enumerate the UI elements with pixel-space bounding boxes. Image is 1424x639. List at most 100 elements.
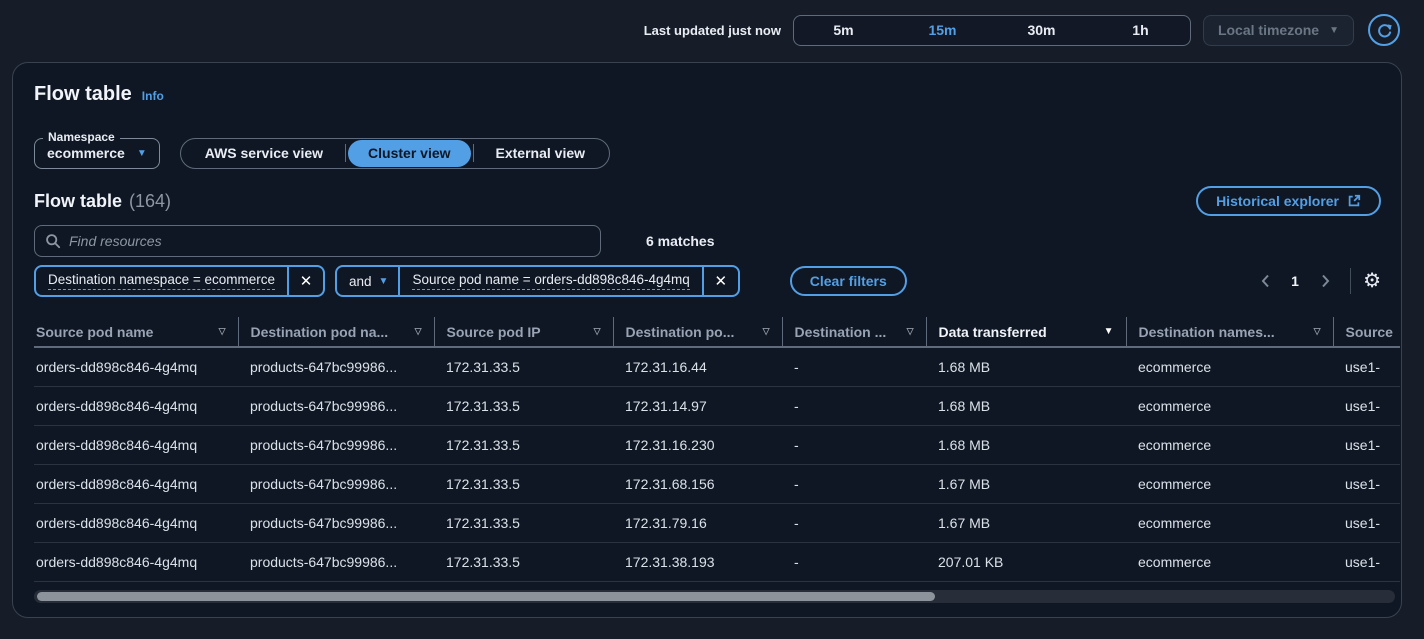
panel-title: Flow table bbox=[34, 83, 132, 106]
cell-data-transferred: 1.68 MB bbox=[926, 347, 1126, 386]
filter-operator-label: and bbox=[349, 274, 372, 289]
time-range-1h[interactable]: 1h bbox=[1091, 16, 1190, 44]
chevron-down-icon: ▼ bbox=[1329, 25, 1339, 36]
close-icon[interactable]: ✕ bbox=[704, 267, 738, 295]
namespace-select[interactable]: Namespace ecommerce ▼ bbox=[34, 138, 160, 169]
filter-caret-icon: ▽ bbox=[588, 326, 601, 337]
filter-caret-icon: ▽ bbox=[901, 326, 914, 337]
view-segmented-control: AWS service view Cluster view External v… bbox=[180, 138, 610, 169]
cell-data-transferred: 1.67 MB bbox=[926, 503, 1126, 542]
filter-token-label[interactable]: Destination namespace = ecommerce bbox=[36, 267, 287, 295]
scrollbar-thumb[interactable] bbox=[37, 592, 935, 601]
cell-source-ip: 172.31.33.5 bbox=[434, 503, 613, 542]
page-number[interactable]: 1 bbox=[1284, 273, 1306, 289]
namespace-select-label: Namespace bbox=[43, 130, 120, 144]
sort-caret-icon: ▼ bbox=[1098, 326, 1114, 337]
table-section-title: Flow table bbox=[34, 191, 122, 211]
cell-source-ip: 172.31.33.5 bbox=[434, 542, 613, 581]
table-row: orders-dd898c846-4g4mqproducts-647bc9998… bbox=[34, 542, 1400, 581]
view-aws-service[interactable]: AWS service view bbox=[183, 140, 345, 167]
cell-data-transferred: 1.68 MB bbox=[926, 425, 1126, 464]
table-row: orders-dd898c846-4g4mqproducts-647bc9998… bbox=[34, 386, 1400, 425]
filter-caret-icon: ▽ bbox=[1308, 326, 1321, 337]
close-icon[interactable]: ✕ bbox=[289, 267, 323, 295]
col-source-pod-name[interactable]: Source pod name▽ bbox=[34, 317, 238, 347]
info-link[interactable]: Info bbox=[142, 89, 164, 103]
filter-caret-icon: ▽ bbox=[409, 326, 422, 337]
top-toolbar: Last updated just now 5m 15m 30m 1h Loca… bbox=[0, 0, 1424, 60]
cell-source-ip: 172.31.33.5 bbox=[434, 386, 613, 425]
cell-dest-namespace: ecommerce bbox=[1126, 347, 1333, 386]
cell-source-az: use1- bbox=[1333, 386, 1400, 425]
chevron-down-icon: ▼ bbox=[379, 276, 389, 287]
col-source-clipped[interactable]: Source bbox=[1333, 317, 1400, 347]
view-cluster[interactable]: Cluster view bbox=[348, 140, 470, 167]
gear-icon[interactable]: ⚙ bbox=[1363, 268, 1381, 294]
cell-dest-namespace: ecommerce bbox=[1126, 464, 1333, 503]
col-source-pod-ip[interactable]: Source pod IP▽ bbox=[434, 317, 613, 347]
refresh-icon bbox=[1376, 22, 1393, 39]
filter-operator-dropdown[interactable]: and ▼ bbox=[337, 267, 398, 295]
chevron-left-icon[interactable] bbox=[1252, 268, 1278, 294]
cell-dest-pod: products-647bc99986... bbox=[238, 503, 434, 542]
table-row: orders-dd898c846-4g4mqproducts-647bc9998… bbox=[34, 425, 1400, 464]
cell-destination: - bbox=[782, 464, 926, 503]
view-external[interactable]: External view bbox=[474, 140, 608, 167]
cell-source-az: use1- bbox=[1333, 503, 1400, 542]
col-destination-namespace[interactable]: Destination names...▽ bbox=[1126, 317, 1333, 347]
cell-source-pod: orders-dd898c846-4g4mq bbox=[34, 464, 238, 503]
table-header-row: Source pod name▽ Destination pod na...▽ … bbox=[34, 317, 1400, 347]
refresh-button[interactable] bbox=[1368, 14, 1400, 46]
cell-dest-pod: products-647bc99986... bbox=[238, 542, 434, 581]
col-destination-pod-ip[interactable]: Destination po...▽ bbox=[613, 317, 782, 347]
col-destination-pod-name[interactable]: Destination pod na...▽ bbox=[238, 317, 434, 347]
cell-source-az: use1- bbox=[1333, 347, 1400, 386]
col-destination[interactable]: Destination ...▽ bbox=[782, 317, 926, 347]
search-input[interactable] bbox=[69, 233, 590, 249]
cell-data-transferred: 207.01 KB bbox=[926, 542, 1126, 581]
cell-dest-namespace: ecommerce bbox=[1126, 503, 1333, 542]
chevron-down-icon: ▼ bbox=[137, 148, 147, 159]
table-row-count: (164) bbox=[129, 191, 171, 211]
chevron-right-icon[interactable] bbox=[1312, 268, 1338, 294]
cell-source-pod: orders-dd898c846-4g4mq bbox=[34, 503, 238, 542]
cell-data-transferred: 1.67 MB bbox=[926, 464, 1126, 503]
cell-dest-pod: products-647bc99986... bbox=[238, 425, 434, 464]
cell-dest-ip: 172.31.79.16 bbox=[613, 503, 782, 542]
cell-source-ip: 172.31.33.5 bbox=[434, 464, 613, 503]
filter-token-destination-namespace: Destination namespace = ecommerce ✕ bbox=[34, 265, 325, 297]
cell-source-pod: orders-dd898c846-4g4mq bbox=[34, 425, 238, 464]
cell-destination: - bbox=[782, 425, 926, 464]
resource-search bbox=[34, 225, 601, 257]
cell-destination: - bbox=[782, 347, 926, 386]
cell-destination: - bbox=[782, 542, 926, 581]
historical-explorer-label: Historical explorer bbox=[1216, 193, 1339, 209]
search-icon bbox=[45, 233, 61, 249]
timezone-dropdown[interactable]: Local timezone ▼ bbox=[1203, 15, 1354, 46]
time-range-selector: 5m 15m 30m 1h bbox=[793, 15, 1191, 46]
col-data-transferred[interactable]: Data transferred▼ bbox=[926, 317, 1126, 347]
match-count: 6 matches bbox=[646, 233, 714, 249]
clear-filters-label: Clear filters bbox=[810, 273, 887, 289]
time-range-15m[interactable]: 15m bbox=[893, 16, 992, 44]
pager-divider bbox=[1350, 268, 1351, 294]
time-range-5m[interactable]: 5m bbox=[794, 16, 893, 44]
historical-explorer-button[interactable]: Historical explorer bbox=[1196, 186, 1381, 216]
horizontal-scrollbar[interactable] bbox=[34, 590, 1395, 603]
clear-filters-button[interactable]: Clear filters bbox=[790, 266, 907, 296]
cell-dest-namespace: ecommerce bbox=[1126, 542, 1333, 581]
cell-destination: - bbox=[782, 503, 926, 542]
external-link-icon bbox=[1347, 194, 1361, 208]
cell-source-az: use1- bbox=[1333, 425, 1400, 464]
cell-dest-ip: 172.31.14.97 bbox=[613, 386, 782, 425]
time-range-30m[interactable]: 30m bbox=[992, 16, 1091, 44]
cell-dest-pod: products-647bc99986... bbox=[238, 464, 434, 503]
table-row: orders-dd898c846-4g4mqproducts-647bc9998… bbox=[34, 464, 1400, 503]
cell-destination: - bbox=[782, 386, 926, 425]
cell-data-transferred: 1.68 MB bbox=[926, 386, 1126, 425]
cell-source-pod: orders-dd898c846-4g4mq bbox=[34, 347, 238, 386]
cell-dest-ip: 172.31.16.44 bbox=[613, 347, 782, 386]
cell-dest-ip: 172.31.38.193 bbox=[613, 542, 782, 581]
table-row: orders-dd898c846-4g4mqproducts-647bc9998… bbox=[34, 347, 1400, 386]
filter-token-label[interactable]: Source pod name = orders-dd898c846-4g4mq bbox=[400, 267, 701, 295]
